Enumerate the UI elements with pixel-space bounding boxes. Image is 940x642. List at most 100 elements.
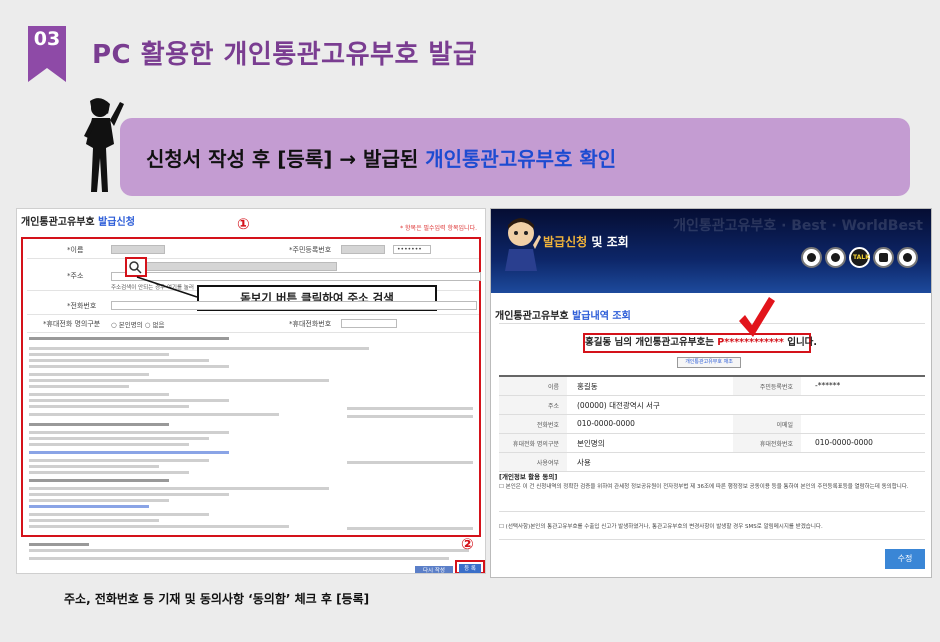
text-line (29, 451, 229, 454)
result-prefix: 홍길동 님의 개인통관고유부호는 (585, 337, 718, 348)
text-line (29, 557, 449, 560)
consent-notice-1[interactable]: ☐ 본인은 이 건 신청내역의 정확한 검증을 위하여 관세청 정보공유원이 전… (499, 483, 925, 491)
mobile-owner-options[interactable]: ○ 본인명의 ○ 없음 (111, 319, 164, 329)
magnifier-icon (129, 261, 142, 274)
mascot-icon (505, 218, 541, 271)
table-value: 사용 (577, 458, 591, 467)
modify-button[interactable]: 수정 (885, 549, 925, 569)
form-row-name: *이름 *주민등록번호 ••••••• (27, 241, 479, 259)
agree-radio-line[interactable] (347, 527, 473, 530)
table-key: 주소 (547, 403, 559, 410)
magnifier-search-button[interactable] (125, 257, 147, 277)
table-key: 휴대전화번호 (759, 441, 793, 448)
table-value: (00000) 대전광역시 서구 (577, 401, 660, 410)
consent-heading-line (29, 479, 169, 482)
text-line (29, 359, 209, 362)
table-row: 휴대전화 명의구분 본인명의 휴대전화번호 010-0000-0000 (499, 434, 925, 453)
instruction-banner: 신청서 작성 후 [등록] → 발급된 개인통관고유부호 확인 (120, 118, 910, 196)
text-line (29, 405, 189, 408)
phone-input[interactable] (111, 301, 477, 310)
left-caption: 주소, 전화번호 등 기재 및 동의사항 ‘동의함’ 체크 후 [등록] (64, 592, 370, 606)
table-key: 이메일 (776, 422, 793, 429)
address-label: *주소 (67, 272, 84, 280)
register-button[interactable]: 등 록 (459, 564, 481, 573)
form-title-prefix: 개인통관고유부호 (21, 217, 99, 228)
text-line (29, 525, 289, 528)
text-line (29, 393, 169, 396)
rrn-back-input[interactable]: ••••••• (393, 245, 431, 254)
result-suffix: 입니다. (783, 337, 818, 348)
form-title-highlight: 발급신청 (98, 217, 135, 228)
banner-text-highlight: 개인통관고유부호 확인 (425, 147, 617, 171)
lookup-title-prefix: 개인통관고유부호 (495, 311, 573, 322)
table-value: 본인명의 (577, 439, 605, 448)
text-line (29, 519, 159, 522)
reset-button[interactable]: 다시 작성 (415, 566, 453, 573)
form-title: 개인통관고유부호 발급신청 (21, 213, 135, 228)
text-line (29, 399, 229, 402)
table-key: 이름 (547, 384, 559, 391)
text-line (29, 505, 149, 508)
text-line (29, 513, 209, 516)
table-value: 홍길동 (577, 382, 598, 391)
monitor-icon[interactable] (873, 247, 894, 268)
page-title: PC 활용한 개인통관고유부호 발급 (92, 40, 478, 70)
application-form-screenshot: 개인통관고유부호 발급신청 * 항목은 필수입력 항목입니다. ① *이름 *주… (16, 208, 486, 574)
table-key: 전화번호 (536, 422, 559, 429)
site-header-banner: 개인통관고유부호 · Best · WorldBest 발급신청 및 조회 TA… (491, 209, 931, 293)
agree-radio-line[interactable] (347, 407, 473, 410)
marker-1: ① (237, 215, 250, 233)
table-row: 이름 홍길동 주민등록번호 -****** (499, 377, 925, 396)
header-background-text: 개인통관고유부호 · Best · WorldBest (673, 218, 923, 234)
text-line (29, 347, 369, 350)
address-input[interactable] (125, 262, 337, 271)
notice-heading: [개인정보 활용 동의] (499, 473, 558, 481)
text-line (29, 487, 329, 490)
consent-notice-2[interactable]: ☐ (선택사항)본인의 통관고유부호를 수출입 신고가 발생하였거나, 통관고유… (499, 523, 925, 531)
header-title-white: 및 조회 (591, 235, 629, 249)
reprint-button[interactable]: 개인통관고유부호 재조 (677, 357, 741, 368)
agree-radio-line[interactable] (347, 461, 473, 464)
text-line (29, 543, 89, 546)
name-input[interactable] (111, 245, 165, 254)
text-line (29, 549, 469, 552)
text-line (29, 385, 129, 388)
text-line (29, 353, 169, 356)
name-label: *이름 (67, 246, 84, 254)
result-table: 이름 홍길동 주민등록번호 -****** 주소 (00000) 대전광역시 서… (499, 375, 925, 472)
text-line (29, 471, 189, 474)
settings-icon[interactable] (897, 247, 918, 268)
text-line (29, 499, 169, 502)
consent-heading-line (29, 337, 229, 340)
divider (499, 511, 925, 512)
table-key: 주민등록번호 (759, 384, 793, 391)
mobile-input[interactable] (341, 319, 397, 328)
table-value: 010-0000-0000 (577, 419, 635, 428)
header-title: 발급신청 및 조회 (543, 233, 629, 250)
table-value: 010-0000-0000 (815, 438, 873, 447)
text-line (29, 373, 149, 376)
header-title-gold: 발급신청 (543, 235, 588, 249)
globe-icon[interactable] (825, 247, 846, 268)
consent-heading-line (29, 423, 169, 426)
rrn-front-input[interactable] (341, 245, 385, 254)
text-line (29, 437, 209, 440)
talk-icon[interactable]: TALK (849, 247, 870, 268)
mobile-owner-label: *휴대전화 명의구분 (43, 320, 101, 328)
checkmark-icon (739, 297, 775, 337)
text-line (29, 365, 229, 368)
form-row-phone: *전화번호 (27, 297, 479, 315)
banner-text-prefix: 신청서 작성 후 [등록] → 발급된 (146, 147, 426, 171)
table-key: 휴대전화 명의구분 (512, 441, 559, 448)
lookup-title: 개인통관고유부호 발급내역 조회 (495, 307, 631, 322)
divider (499, 323, 925, 324)
step-number: 03 (33, 28, 61, 50)
presenter-silhouette-icon (76, 96, 128, 200)
text-line (29, 413, 279, 416)
table-row: 주소 (00000) 대전광역시 서구 (499, 396, 925, 415)
table-key: 사용여부 (536, 460, 559, 467)
text-line (29, 443, 189, 446)
marker-2: ② (461, 535, 474, 553)
owl-icon[interactable] (801, 247, 822, 268)
required-note: * 항목은 필수입력 항목입니다. (400, 225, 477, 232)
